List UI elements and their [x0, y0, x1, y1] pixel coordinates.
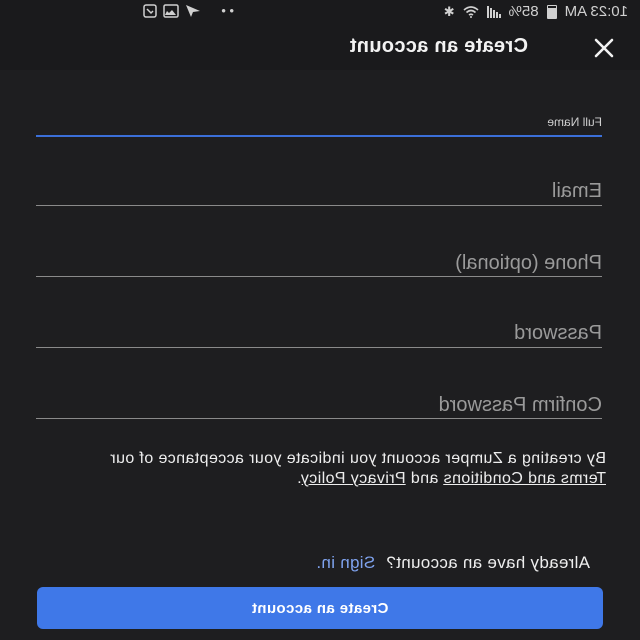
status-right: • •: [143, 3, 234, 18]
signin-row: Already have an account? Sign in.: [316, 553, 590, 573]
create-account-screen: 10:23 AM 85% ✱ • • Create an account Ful…: [0, 0, 640, 640]
notification-icon: [143, 3, 158, 18]
gallery-icon: [163, 3, 180, 18]
password-underline: [36, 347, 602, 348]
close-button[interactable]: [588, 32, 620, 64]
battery-icon: [546, 4, 557, 19]
confirm-password-underline: [36, 418, 602, 419]
password-field[interactable]: Password: [32, 314, 602, 352]
privacy-link[interactable]: Privacy Policy: [302, 470, 406, 487]
confirm-password-input[interactable]: [32, 384, 602, 422]
phone-field[interactable]: Phone (optional): [32, 242, 602, 280]
status-time: 10:23 AM: [564, 3, 628, 20]
confirm-password-field[interactable]: Confirm Password: [32, 384, 602, 422]
dots-icon: • •: [221, 3, 234, 18]
status-bar: 10:23 AM 85% ✱ • •: [0, 0, 640, 24]
full-name-underline: [36, 135, 602, 137]
terms-suffix: .: [296, 470, 302, 487]
bluetooth-icon: ✱: [443, 3, 455, 19]
phone-input[interactable]: [32, 242, 602, 280]
email-field[interactable]: Email: [32, 172, 602, 210]
page-title: Create an account: [349, 35, 529, 57]
terms-link[interactable]: Terms and Conditions: [443, 470, 606, 487]
full-name-field[interactable]: Full Name: [32, 104, 602, 140]
signin-prompt: Already have an account?: [386, 553, 590, 572]
status-left: 10:23 AM 85% ✱: [444, 3, 628, 20]
app-header: Create an account: [0, 24, 640, 70]
terms-middle: and: [405, 470, 444, 487]
battery-percent: 85%: [508, 3, 539, 20]
create-account-button[interactable]: Create an account: [37, 587, 603, 629]
signin-link[interactable]: Sign in.: [316, 553, 375, 572]
close-icon[interactable]: [593, 37, 615, 59]
send-icon: [186, 4, 201, 17]
email-underline: [36, 205, 602, 206]
wifi-icon: [463, 6, 479, 18]
phone-underline: [36, 276, 602, 277]
terms-text: By creating a Zumper account you indicat…: [94, 449, 606, 489]
terms-prefix: By creating a Zumper account you indicat…: [109, 450, 606, 467]
signal-icon: [486, 5, 501, 18]
